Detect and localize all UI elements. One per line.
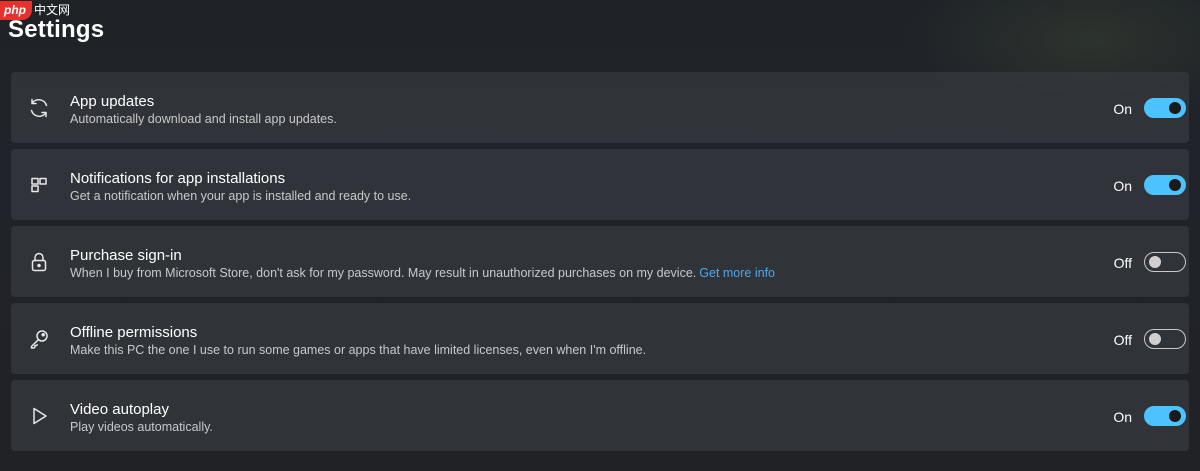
purchase-sign-in-toggle[interactable] xyxy=(1144,252,1186,272)
notifications-toggle[interactable] xyxy=(1144,175,1186,195)
toggle-state-label: On xyxy=(1113,178,1132,194)
setting-title: Notifications for app installations xyxy=(70,170,286,187)
setting-title: Offline permissions xyxy=(70,324,198,341)
play-icon xyxy=(27,404,51,428)
page-title: Settings xyxy=(8,16,105,43)
setting-title: Purchase sign-in xyxy=(70,247,182,264)
lock-icon xyxy=(27,250,51,274)
offline-permissions-toggle[interactable] xyxy=(1144,329,1186,349)
toggle-knob xyxy=(1169,102,1181,114)
setting-description: When I buy from Microsoft Store, don't a… xyxy=(70,266,775,280)
toggle-knob xyxy=(1149,333,1161,345)
settings-list: App updates Automatically download and i… xyxy=(11,72,1189,457)
toggle-knob xyxy=(1169,179,1181,191)
setting-title: App updates xyxy=(70,93,155,110)
setting-description: Make this PC the one I use to run some g… xyxy=(70,343,647,357)
toggle-state-label: On xyxy=(1113,101,1132,117)
setting-row-app-updates: App updates Automatically download and i… xyxy=(11,72,1189,143)
video-autoplay-toggle[interactable] xyxy=(1144,406,1186,426)
setting-description-text: When I buy from Microsoft Store, don't a… xyxy=(70,266,697,280)
toggle-state-label: Off xyxy=(1113,255,1132,271)
setting-row-notifications: Notifications for app installations Get … xyxy=(11,149,1189,220)
toggle-state-label: Off xyxy=(1113,332,1132,348)
watermark-site-name: 中文网 xyxy=(34,3,71,17)
app-updates-toggle[interactable] xyxy=(1144,98,1186,118)
setting-row-purchase-sign-in: Purchase sign-in When I buy from Microso… xyxy=(11,226,1189,297)
setting-row-video-autoplay: Video autoplay Play videos automatically… xyxy=(11,380,1189,451)
setting-description: Play videos automatically. xyxy=(70,420,213,434)
setting-title: Video autoplay xyxy=(70,401,169,418)
app-installations-icon xyxy=(27,173,51,197)
toggle-knob xyxy=(1169,410,1181,422)
refresh-icon xyxy=(27,96,51,120)
toggle-knob xyxy=(1149,256,1161,268)
setting-description: Get a notification when your app is inst… xyxy=(70,189,412,203)
watermark-logo: php xyxy=(0,0,32,20)
get-more-info-link[interactable]: Get more info xyxy=(699,266,775,280)
toggle-state-label: On xyxy=(1113,409,1132,425)
setting-description: Automatically download and install app u… xyxy=(70,112,337,126)
key-icon xyxy=(27,327,51,351)
watermark: php 中文网 xyxy=(0,0,70,20)
setting-row-offline-permissions: Offline permissions Make this PC the one… xyxy=(11,303,1189,374)
